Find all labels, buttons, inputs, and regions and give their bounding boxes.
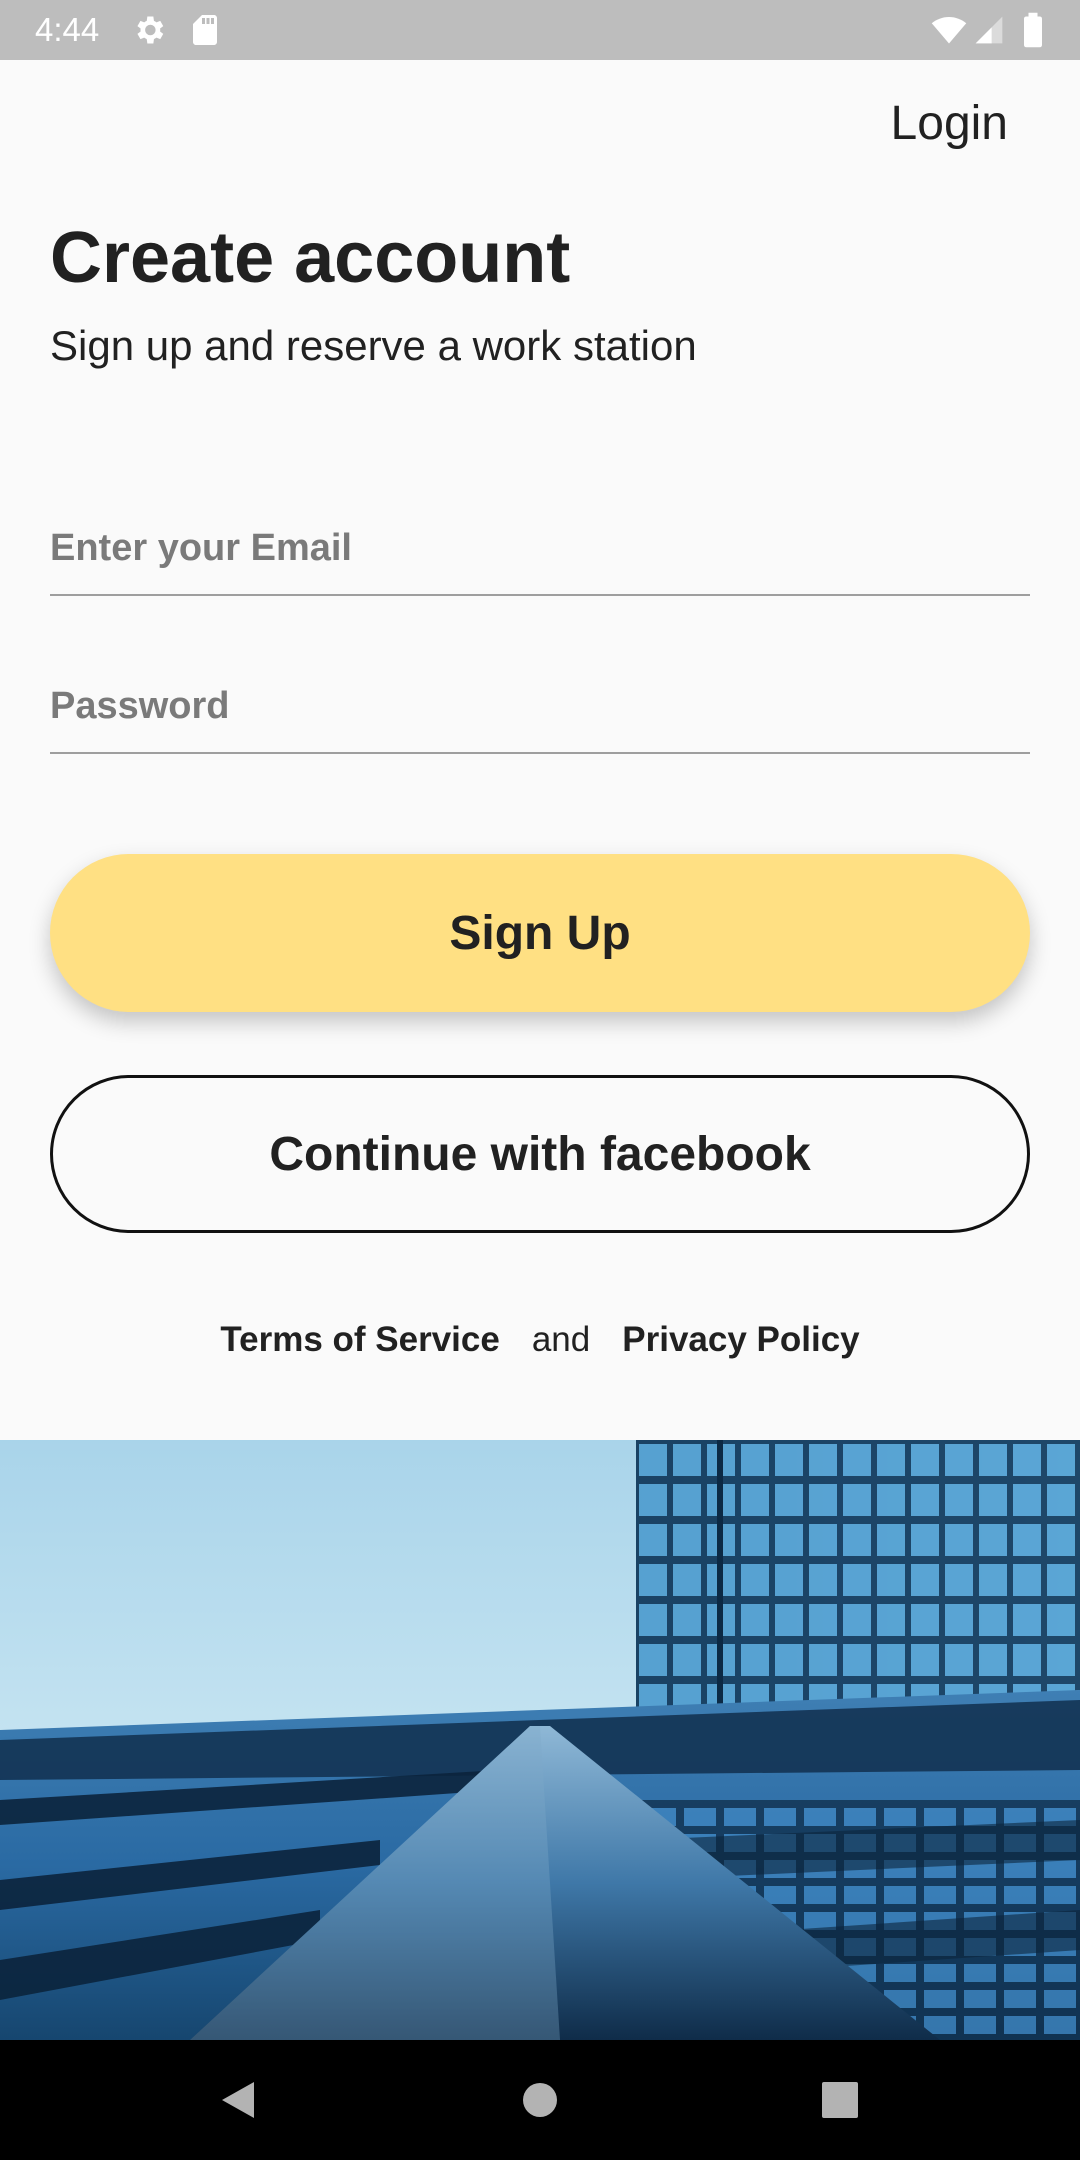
settings-icon — [137, 16, 164, 44]
password-field — [50, 660, 1030, 754]
page-subtitle: Sign up and reserve a work station — [50, 322, 697, 369]
password-input[interactable] — [50, 678, 1030, 734]
terms-of-service-link[interactable]: Terms of Service — [220, 1320, 500, 1360]
login-link[interactable]: Login — [891, 96, 1008, 152]
sd-card-icon — [193, 15, 217, 45]
legal-links: Terms of Service and Privacy Policy — [0, 1314, 1080, 1366]
status-time: 4:44 — [35, 11, 100, 48]
sign-up-label: Sign Up — [449, 906, 631, 960]
signup-screen: 4:44 Login Create account Sign up and re… — [0, 0, 1080, 2160]
status-bar: 4:44 — [0, 0, 1080, 60]
continue-with-facebook-label: Continue with facebook — [269, 1127, 811, 1181]
email-input[interactable] — [50, 520, 1030, 576]
battery-icon — [1024, 12, 1042, 48]
navigation-bar — [0, 2040, 1080, 2160]
sign-up-button[interactable]: Sign Up — [50, 854, 1030, 1012]
home-icon[interactable] — [510, 2070, 570, 2130]
email-field — [50, 502, 1030, 596]
wifi-icon — [931, 16, 967, 44]
continue-with-facebook-button[interactable]: Continue with facebook — [50, 1075, 1030, 1233]
privacy-policy-link[interactable]: Privacy Policy — [622, 1320, 859, 1360]
building-hero-image — [0, 1440, 1080, 2040]
signal-icon — [975, 16, 1003, 44]
recents-icon[interactable] — [810, 2070, 870, 2130]
legal-and-text: and — [531, 1320, 591, 1359]
back-icon[interactable] — [208, 2070, 268, 2130]
page-title: Create account — [50, 218, 571, 298]
